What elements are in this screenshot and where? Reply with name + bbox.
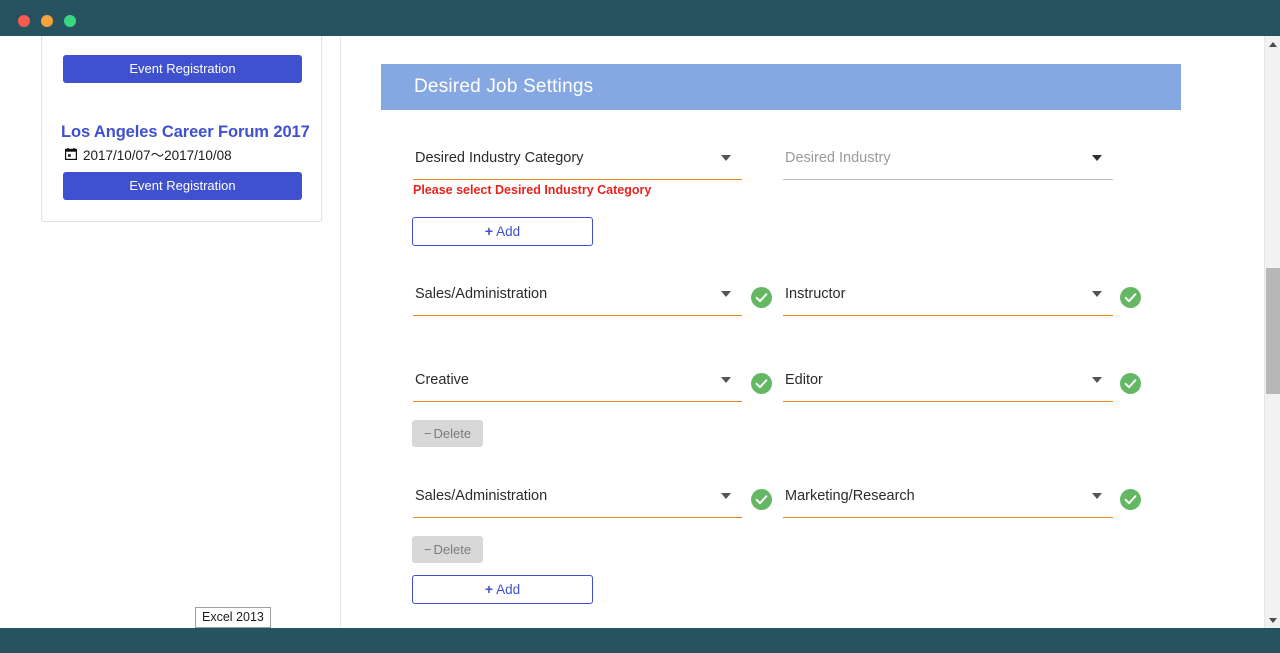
vertical-scrollbar[interactable] [1264,36,1280,628]
industry-category-select-3[interactable]: Creative [413,370,742,402]
field-underline [783,179,1113,180]
industry-value-4: Marketing/Research [785,488,915,504]
field-underline [783,314,1113,316]
industry-category-value-1: Desired Industry Category [415,150,584,166]
event-date-row: 2017/10/07〜2017/10/08 [65,144,232,164]
industry-category-select-2[interactable]: Sales/Administration [413,284,742,316]
valid-check-icon [1120,489,1141,510]
industry-value-2: Instructor [785,286,846,302]
event-date-text: 2017/10/07〜2017/10/08 [83,148,232,163]
scrollbar-thumb[interactable] [1266,268,1280,394]
industry-select-1[interactable]: Desired Industry [783,148,1113,180]
chevron-down-icon[interactable] [721,493,731,499]
browser-window: Event Registration Los Angeles Career Fo… [0,0,1280,653]
minus-icon: − [423,426,432,441]
chevron-down-icon[interactable] [721,155,731,161]
plus-icon: + [484,223,494,239]
industry-category-select-1[interactable]: Desired Industry Category [413,148,742,180]
industry-category-value-3: Creative [415,372,469,388]
industry-category-value-2: Sales/Administration [415,286,548,302]
minimize-button[interactable] [41,15,53,27]
valid-check-icon [751,489,772,510]
valid-check-icon [1120,287,1141,308]
chevron-down-icon[interactable] [1092,291,1102,297]
industry-select-2[interactable]: Instructor [783,284,1113,316]
field-underline [413,314,742,316]
minus-icon: − [423,542,432,557]
delete-row-button-4[interactable]: − Delete [412,536,483,563]
page-title: Desired Job Settings [414,76,594,97]
add-row-button-1-label: Add [496,224,521,239]
field-underline [783,400,1113,402]
window-bottom-frame [0,628,1280,653]
validation-error-1: Please select Desired Industry Category [413,183,652,197]
industry-category-value-4: Sales/Administration [415,488,548,504]
event-card: Event Registration Los Angeles Career Fo… [41,36,322,222]
scroll-down-arrow-icon[interactable] [1265,612,1280,628]
add-row-button-1[interactable]: + Add [412,217,593,246]
industry-category-select-4[interactable]: Sales/Administration [413,486,742,518]
event-registration-button-bottom[interactable]: Event Registration [63,172,302,200]
desired-job-row-2: Sales/Administration Instructor [342,284,1182,318]
maximize-button[interactable] [64,15,76,27]
valid-check-icon [1120,373,1141,394]
chevron-down-icon[interactable] [1092,155,1102,161]
desired-job-row-4: Sales/Administration Marketing/Research [342,486,1182,520]
industry-value-1: Desired Industry [785,150,891,166]
sidebar: Event Registration Los Angeles Career Fo… [0,36,341,628]
scroll-up-arrow-icon[interactable] [1265,36,1280,52]
chevron-down-icon[interactable] [1092,377,1102,383]
calendar-icon [65,148,77,160]
status-tooltip: Excel 2013 [195,607,271,628]
triangle-up-icon [1269,41,1277,47]
valid-check-icon [751,373,772,394]
desired-job-row-3: Creative Editor [342,370,1182,404]
chevron-down-icon[interactable] [1092,493,1102,499]
triangle-down-icon [1269,617,1277,623]
section-header: Desired Job Settings [381,64,1181,110]
event-registration-button-top[interactable]: Event Registration [63,55,302,83]
valid-check-icon [751,287,772,308]
event-title-link[interactable]: Los Angeles Career Forum 2017 [61,123,311,142]
industry-select-4[interactable]: Marketing/Research [783,486,1113,518]
chevron-down-icon[interactable] [721,377,731,383]
delete-row-button-3[interactable]: − Delete [412,420,483,447]
add-row-button-final-label: Add [496,582,521,597]
main-content: Desired Job Settings Desired Industry Ca… [342,36,1264,628]
field-underline [783,516,1113,518]
close-button[interactable] [18,15,30,27]
plus-icon: + [484,581,494,597]
chevron-down-icon[interactable] [721,291,731,297]
field-underline [413,400,742,402]
industry-select-3[interactable]: Editor [783,370,1113,402]
desired-job-row-1: Desired Industry Category Desired Indust… [342,148,1182,182]
traffic-light-group [18,15,76,27]
industry-value-3: Editor [785,372,823,388]
page-viewport: Event Registration Los Angeles Career Fo… [0,36,1280,628]
field-underline [413,178,742,180]
delete-row-button-4-label: Delete [433,542,472,557]
add-row-button-final[interactable]: + Add [412,575,593,604]
delete-row-button-3-label: Delete [433,426,472,441]
field-underline [413,516,742,518]
window-titlebar [0,0,1280,41]
